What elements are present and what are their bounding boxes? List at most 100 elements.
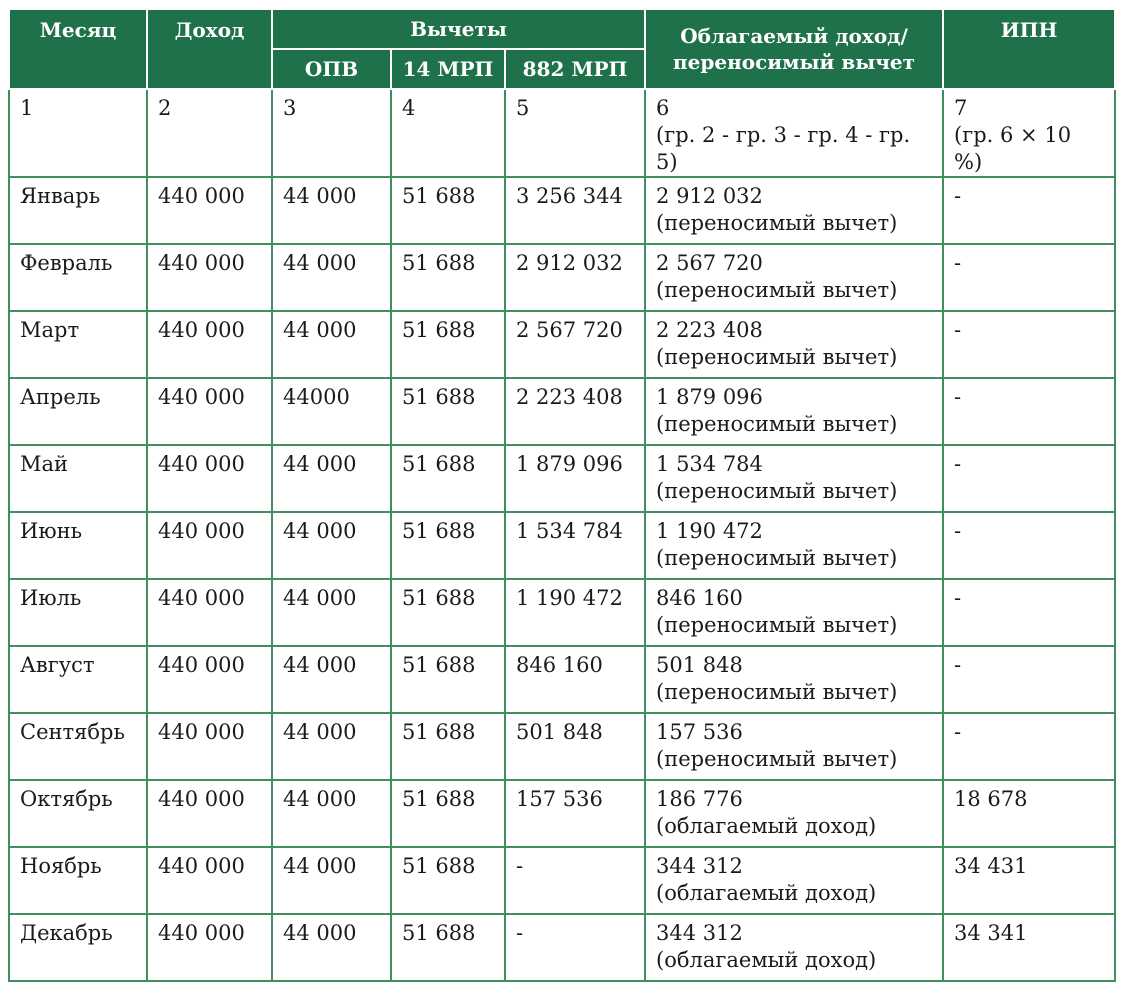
cell-14-mrp: 51 688 — [390, 511, 506, 580]
cell-taxable-value: 846 160 — [656, 586, 743, 610]
cell-month: Ноябрь — [8, 846, 148, 915]
cell-ipn: - — [942, 712, 1117, 781]
cell-income: 440 000 — [146, 444, 273, 513]
table-row: Апрель 440 000 44000 51 688 2 223 408 1 879 0… — [8, 377, 1117, 446]
cell-taxable-note: (переносимый вычет) — [656, 211, 898, 235]
cell-882-mrp: 1 879 096 — [503, 444, 647, 513]
cell-income: 440 000 — [146, 377, 273, 446]
column-number-row: 1 2 3 4 5 6 (гр. 2 - гр. 3 - гр. 4 - гр.… — [8, 88, 1117, 178]
header-14-mrp: 14 МРП — [390, 48, 506, 90]
cell-taxable-value: 2 912 032 — [656, 184, 763, 208]
cell-taxable-note: (переносимый вычет) — [656, 680, 898, 704]
cell-taxable-note: (переносимый вычет) — [656, 412, 898, 436]
column-number-5: 5 — [503, 88, 647, 178]
cell-opv: 44 000 — [271, 645, 392, 714]
cell-income: 440 000 — [146, 645, 273, 714]
cell-taxable: 2 567 720 (переносимый вычет) — [644, 243, 945, 312]
cell-opv: 44 000 — [271, 779, 392, 848]
column-number-6-formula: (гр. 2 - гр. 3 - гр. 4 - гр. 5) — [656, 123, 911, 174]
cell-882-mrp: 2 567 720 — [503, 310, 647, 379]
cell-14-mrp: 51 688 — [390, 377, 506, 446]
cell-882-mrp: 1 190 472 — [503, 578, 647, 647]
cell-882-mrp: 157 536 — [503, 779, 647, 848]
cell-opv: 44 000 — [271, 511, 392, 580]
cell-taxable-value: 186 776 — [656, 787, 743, 811]
cell-income: 440 000 — [146, 779, 273, 848]
cell-taxable: 1 190 472 (переносимый вычет) — [644, 511, 945, 580]
table-row: Май 440 000 44 000 51 688 1 879 096 1 534 784… — [8, 444, 1117, 513]
table-row: Октябрь 440 000 44 000 51 688 157 536 186 776… — [8, 779, 1117, 848]
header-882-mrp: 882 МРП — [503, 48, 647, 90]
cell-opv: 44 000 — [271, 176, 392, 245]
cell-taxable-value: 2 567 720 — [656, 251, 763, 275]
cell-882-mrp: - — [503, 846, 647, 915]
table-row: Февраль 440 000 44 000 51 688 2 912 032 2 567… — [8, 243, 1117, 312]
cell-taxable: 1 879 096 (переносимый вычет) — [644, 377, 945, 446]
cell-ipn: 34 431 — [942, 846, 1117, 915]
cell-income: 440 000 — [146, 310, 273, 379]
cell-taxable-note: (облагаемый доход) — [656, 881, 877, 905]
cell-taxable-note: (переносимый вычет) — [656, 747, 898, 771]
cell-taxable: 157 536 (переносимый вычет) — [644, 712, 945, 781]
cell-month: Октябрь — [8, 779, 148, 848]
cell-month: Август — [8, 645, 148, 714]
cell-income: 440 000 — [146, 913, 273, 982]
cell-month: Январь — [8, 176, 148, 245]
cell-taxable-value: 1 190 472 — [656, 519, 763, 543]
cell-14-mrp: 51 688 — [390, 913, 506, 982]
cell-taxable-note: (переносимый вычет) — [656, 546, 898, 570]
cell-opv: 44 000 — [271, 846, 392, 915]
cell-882-mrp: 501 848 — [503, 712, 647, 781]
cell-taxable: 846 160 (переносимый вычет) — [644, 578, 945, 647]
cell-14-mrp: 51 688 — [390, 779, 506, 848]
column-number-6-label: 6 — [656, 96, 670, 120]
cell-taxable: 344 312 (облагаемый доход) — [644, 913, 945, 982]
cell-month: Декабрь — [8, 913, 148, 982]
cell-882-mrp: 2 223 408 — [503, 377, 647, 446]
cell-opv: 44 000 — [271, 310, 392, 379]
cell-882-mrp: 1 534 784 — [503, 511, 647, 580]
ipn-calculation-table: Месяц Доход Вычеты Облагаемый доход/ пер… — [8, 8, 1117, 982]
cell-14-mrp: 51 688 — [390, 243, 506, 312]
header-month: Месяц — [8, 8, 148, 90]
cell-ipn: - — [942, 511, 1117, 580]
header-taxable: Облагаемый доход/ переносимый вычет — [644, 8, 945, 90]
cell-taxable-note: (переносимый вычет) — [656, 613, 898, 637]
cell-taxable: 186 776 (облагаемый доход) — [644, 779, 945, 848]
cell-ipn: - — [942, 578, 1117, 647]
cell-month: Сентябрь — [8, 712, 148, 781]
cell-14-mrp: 51 688 — [390, 444, 506, 513]
cell-14-mrp: 51 688 — [390, 645, 506, 714]
cell-taxable: 344 312 (облагаемый доход) — [644, 846, 945, 915]
cell-14-mrp: 51 688 — [390, 310, 506, 379]
cell-ipn: - — [942, 444, 1117, 513]
table-body: 1 2 3 4 5 6 (гр. 2 - гр. 3 - гр. 4 - гр.… — [8, 88, 1117, 982]
cell-income: 440 000 — [146, 578, 273, 647]
cell-income: 440 000 — [146, 712, 273, 781]
table-row: Январь 440 000 44 000 51 688 3 256 344 2 912 … — [8, 176, 1117, 245]
cell-14-mrp: 51 688 — [390, 578, 506, 647]
cell-ipn: 34 341 — [942, 913, 1117, 982]
cell-taxable-value: 1 879 096 — [656, 385, 763, 409]
header-ipn: ИПН — [942, 8, 1117, 90]
cell-income: 440 000 — [146, 243, 273, 312]
cell-taxable-value: 344 312 — [656, 921, 743, 945]
column-number-3: 3 — [271, 88, 392, 178]
cell-14-mrp: 51 688 — [390, 176, 506, 245]
column-number-4: 4 — [390, 88, 506, 178]
header-row-1: Месяц Доход Вычеты Облагаемый доход/ пер… — [8, 8, 1117, 90]
cell-taxable: 2 223 408 (переносимый вычет) — [644, 310, 945, 379]
cell-income: 440 000 — [146, 176, 273, 245]
cell-taxable-note: (переносимый вычет) — [656, 479, 898, 503]
cell-taxable-value: 344 312 — [656, 854, 743, 878]
cell-opv: 44000 — [271, 377, 392, 446]
cell-14-mrp: 51 688 — [390, 846, 506, 915]
table-header: Месяц Доход Вычеты Облагаемый доход/ пер… — [8, 8, 1117, 90]
cell-income: 440 000 — [146, 846, 273, 915]
cell-taxable: 501 848 (переносимый вычет) — [644, 645, 945, 714]
cell-882-mrp: - — [503, 913, 647, 982]
cell-14-mrp: 51 688 — [390, 712, 506, 781]
cell-882-mrp: 846 160 — [503, 645, 647, 714]
header-taxable-line2: переносимый вычет — [673, 50, 916, 74]
cell-opv: 44 000 — [271, 243, 392, 312]
